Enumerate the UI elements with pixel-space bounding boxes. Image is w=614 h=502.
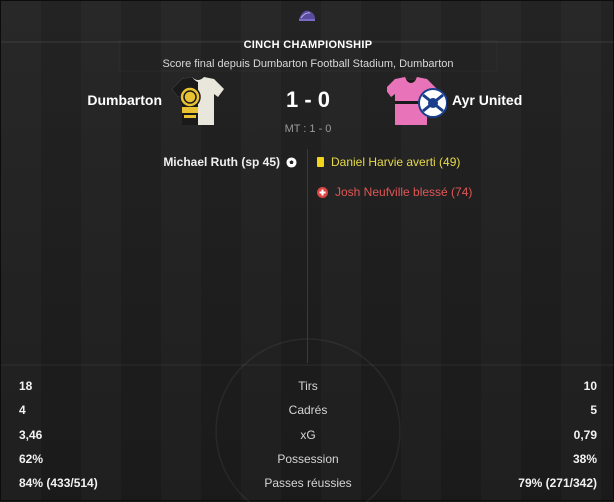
away-event-text: Daniel Harvie averti (49) — [331, 155, 461, 169]
events-divider — [307, 149, 308, 363]
stat-away-value: 79% (271/342) — [518, 476, 597, 490]
football-icon — [286, 156, 297, 168]
stat-label: Tirs — [298, 379, 318, 393]
stat-row-xg: 3,46 xG 0,79 — [1, 428, 614, 450]
away-event-booking[interactable]: Daniel Harvie averti (49) — [317, 155, 460, 169]
match-stats: 18 Tirs 10 4 Cadrés 5 3,46 xG 0,79 62% P… — [1, 365, 614, 502]
yellow-card-icon — [317, 157, 324, 167]
away-event-text: Josh Neufville blessé (74) — [335, 185, 473, 199]
competition-logo-icon — [299, 10, 315, 21]
injury-icon — [317, 186, 328, 198]
home-event-text: Michael Ruth (sp 45) — [163, 155, 280, 169]
stat-row-possession: 62% Possession 38% — [1, 452, 614, 474]
match-subtitle: Score final depuis Dumbarton Football St… — [162, 58, 454, 70]
stat-label: Possession — [277, 452, 339, 466]
home-event-goal[interactable]: Michael Ruth (sp 45) — [163, 155, 297, 169]
stat-away-value: 38% — [572, 452, 597, 466]
away-team-name[interactable]: Ayr United — [452, 92, 522, 108]
stat-away-value: 0,79 — [573, 428, 597, 442]
stat-label: xG — [300, 428, 316, 442]
stat-away-value: 10 — [583, 379, 597, 393]
stat-row-shots: 18 Tirs 10 — [1, 379, 614, 401]
competition-title: CINCH CHAMPIONSHIP — [243, 39, 373, 51]
stat-away-value: 5 — [590, 403, 597, 417]
away-kit-icon[interactable] — [387, 75, 447, 127]
half-time-score: MT : 1 - 0 — [284, 123, 332, 135]
away-event-injury[interactable]: Josh Neufville blessé (74) — [317, 185, 472, 199]
stat-label: Cadrés — [288, 403, 328, 417]
stat-row-on-target: 4 Cadrés 5 — [1, 403, 614, 425]
stat-row-passes: 84% (433/514) Passes réussies 79% (271/3… — [1, 476, 614, 498]
match-summary-panel: CINCH CHAMPIONSHIP Score final depuis Du… — [0, 0, 614, 502]
